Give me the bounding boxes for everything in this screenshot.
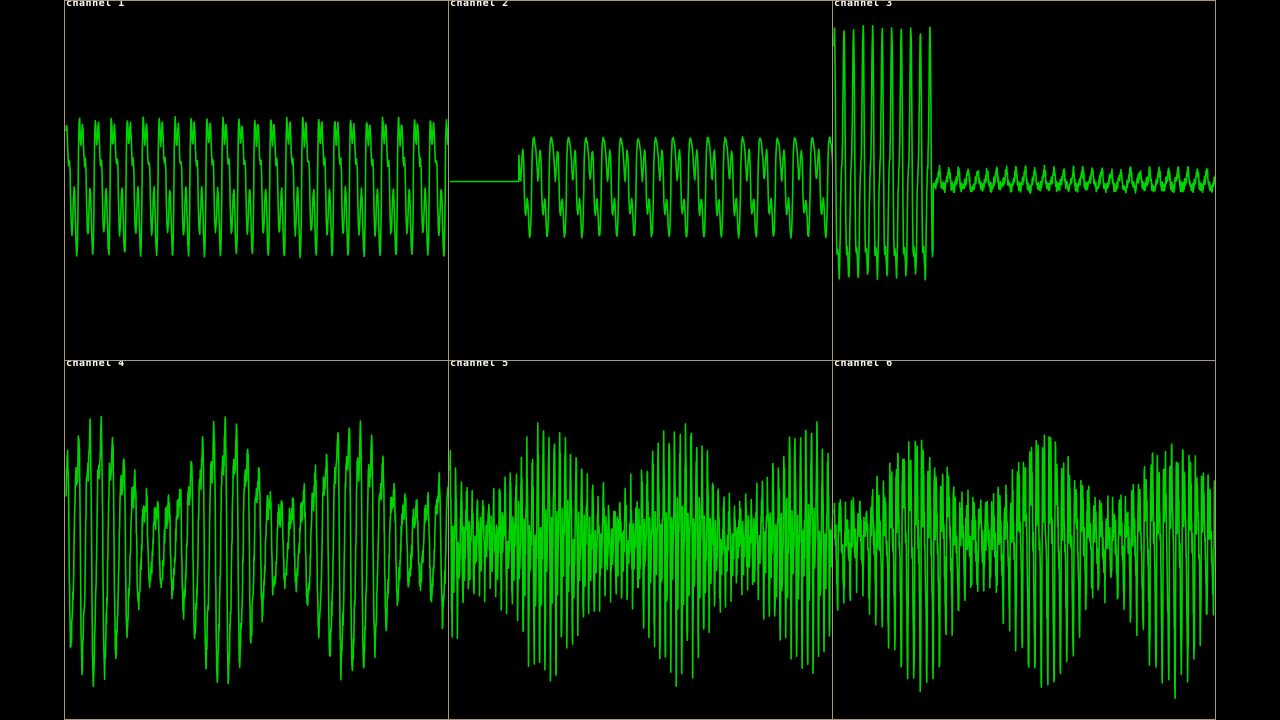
channel-4-label: channel 4 — [66, 360, 125, 369]
channel-3-trace — [833, 24, 1215, 281]
channel-4-waveform — [65, 415, 448, 688]
channel-2-trace — [449, 136, 832, 239]
channel-6-label: channel 6 — [834, 360, 893, 369]
channel-2-label: channel 2 — [450, 0, 509, 9]
channel-1-waveform — [65, 116, 448, 259]
channel-1-panel: channel 1 — [64, 0, 449, 361]
channel-5-panel: channel 5 — [448, 360, 833, 720]
channel-1-trace — [65, 116, 448, 259]
channel-4-panel: channel 4 — [64, 360, 449, 720]
channel-3-label: channel 3 — [834, 0, 893, 9]
channel-6-panel: channel 6 — [832, 360, 1216, 720]
channel-6-waveform — [833, 434, 1215, 700]
channel-1-label: channel 1 — [66, 0, 125, 9]
channel-5-trace — [449, 421, 832, 687]
channel-4-trace — [65, 415, 448, 688]
channel-3-waveform — [833, 24, 1215, 281]
channel-2-panel: channel 2 — [448, 0, 833, 361]
oscilloscope-view: channel 1 channel 2 channel 3 channel 4 … — [0, 0, 1280, 720]
channel-6-trace — [833, 434, 1215, 700]
channel-5-waveform — [449, 421, 832, 687]
channel-5-label: channel 5 — [450, 360, 509, 369]
channel-2-waveform — [449, 136, 832, 239]
channel-3-panel: channel 3 — [832, 0, 1216, 361]
